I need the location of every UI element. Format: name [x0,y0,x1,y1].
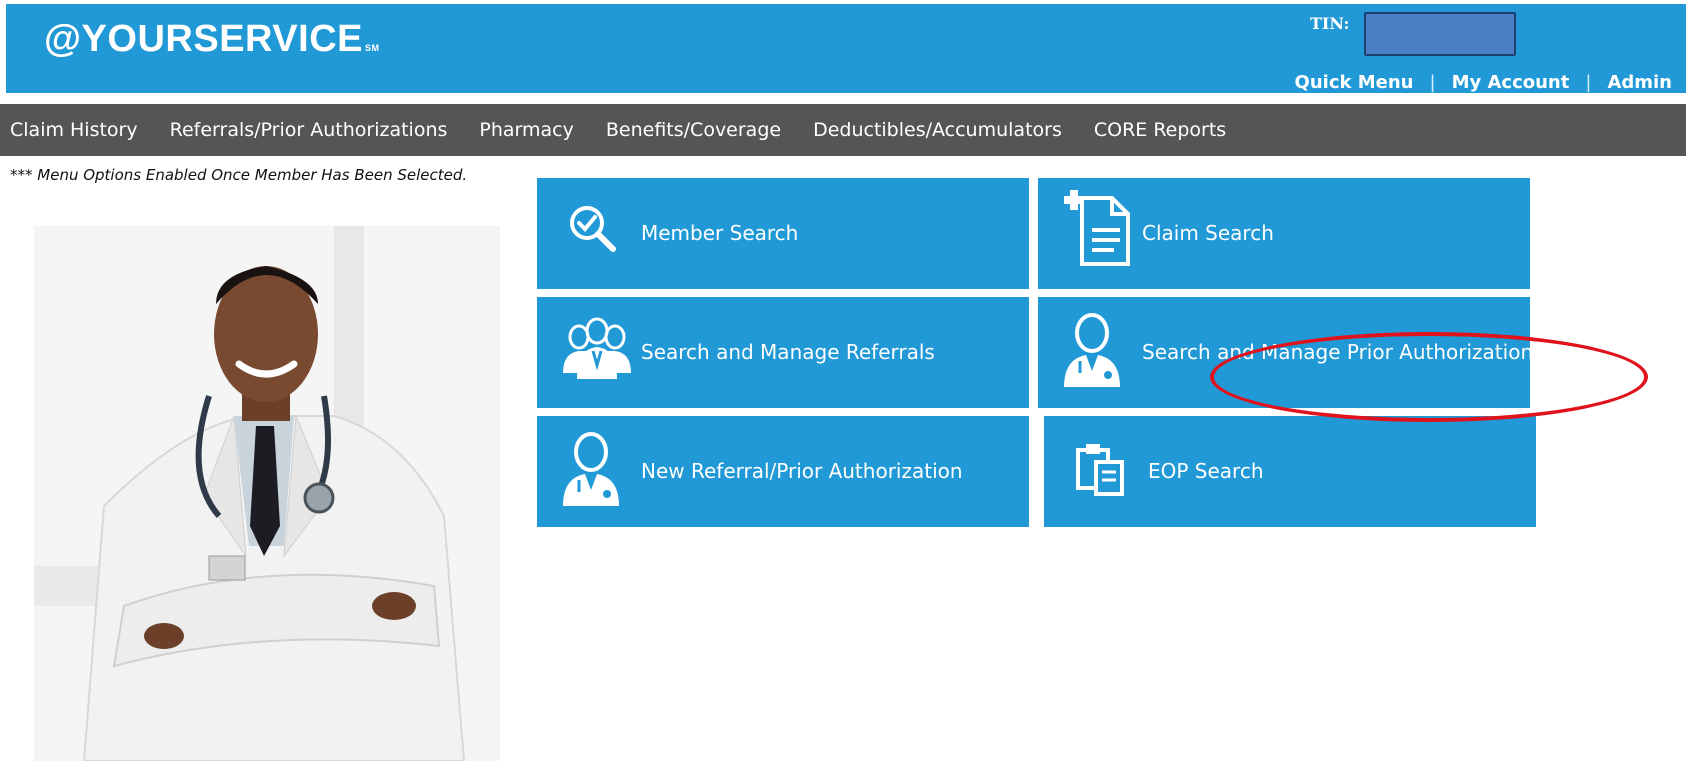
doctor-illustration [34,226,500,761]
document-plus-icon [1062,190,1132,268]
menu-note: *** Menu Options Enabled Once Member Has… [10,166,468,184]
search-manage-referrals-label: Search and Manage Referrals [641,340,935,364]
member-search-tile[interactable]: Member Search [537,178,1029,289]
main-menu: Claim History Referrals/Prior Authorizat… [0,104,1686,156]
menu-claim-history[interactable]: Claim History [10,119,138,141]
claim-search-label: Claim Search [1142,221,1274,245]
quick-menu-link[interactable]: Quick Menu [1295,72,1414,93]
search-manage-prior-authorizations-tile[interactable]: Search and Manage Prior Authorizations [1038,297,1544,408]
doctor-icon [1060,311,1124,391]
eop-search-label: EOP Search [1148,459,1264,483]
new-referral-prior-authorization-tile[interactable]: New Referral/Prior Authorization [537,416,1029,527]
logo-text: @YOURSERVICE [44,18,363,60]
member-search-label: Member Search [641,221,799,245]
menu-deductibles-accumulators[interactable]: Deductibles/Accumulators [813,119,1062,141]
tin-input[interactable] [1364,12,1516,56]
claim-search-tile[interactable]: Claim Search [1038,178,1530,289]
search-manage-prior-authorizations-label: Search and Manage Prior Authorizations [1142,340,1544,364]
menu-pharmacy[interactable]: Pharmacy [479,119,573,141]
menu-referrals-prior-authorizations[interactable]: Referrals/Prior Authorizations [170,119,448,141]
new-referral-prior-authorization-label: New Referral/Prior Authorization [641,459,963,483]
group-doctors-icon [561,317,633,381]
logo[interactable]: @YOURSERVICE SM [44,18,379,61]
doctor-photo [34,226,500,761]
tin-label: TIN: [1310,14,1350,33]
top-nav: Quick Menu | My Account | Admin [1295,70,1672,94]
admin-link[interactable]: Admin [1607,72,1672,93]
clipboard-documents-icon [1074,442,1126,496]
doctor-icon [559,430,623,510]
logo-mark: SM [364,43,380,53]
my-account-link[interactable]: My Account [1452,72,1570,93]
menu-benefits-coverage[interactable]: Benefits/Coverage [606,119,781,141]
search-manage-referrals-tile[interactable]: Search and Manage Referrals [537,297,1029,408]
eop-search-tile[interactable]: EOP Search [1044,416,1536,527]
search-check-icon [567,203,617,253]
menu-core-reports[interactable]: CORE Reports [1094,119,1226,141]
nav-separator: | [1429,71,1436,93]
nav-separator: | [1585,71,1592,93]
header-bar: @YOURSERVICE SM TIN: Quick Menu | My Acco… [6,4,1686,93]
